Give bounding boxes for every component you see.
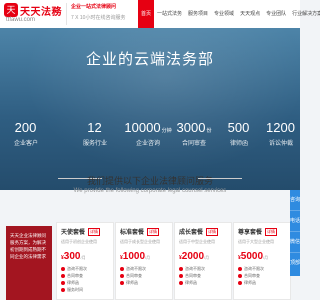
plan-feature: 律师函	[179, 279, 227, 286]
stat-value: 500	[227, 120, 250, 135]
stat-label: 诉讼仲裁	[268, 141, 293, 147]
plan-description: 适用于成长型企业使用	[120, 239, 160, 244]
plan-card-standard[interactable]: 标准套餐 详情 适用于成长型企业使用 ¥1000/月 咨询不限次 合同审查 律师…	[115, 222, 173, 300]
plan-feature-list: 咨询不限次 合同审查 律师函	[179, 265, 227, 286]
nav-item-services[interactable]: 服务项目	[185, 0, 211, 28]
plan-feature: 合同审查	[61, 272, 109, 279]
plan-feature: 合同审查	[238, 272, 286, 279]
plan-feature: 服务时间	[61, 286, 109, 293]
nav-item-one-stop[interactable]: 一站式法务	[154, 0, 185, 28]
section-subtitle: We provide the following corporate legal…	[73, 188, 227, 194]
service-intro-panel: 天天企业法律顾问服务方案，为解决初创期到成熟期不同企业的法律需求	[6, 226, 52, 300]
check-icon	[238, 280, 242, 285]
plan-title: 尊享套餐	[238, 230, 263, 236]
check-icon	[238, 266, 242, 271]
plan-detail-link[interactable]: 详情	[147, 227, 160, 236]
logo-mark-icon: 天	[4, 3, 18, 17]
plan-price: ¥5000/月	[238, 251, 269, 262]
plan-title: 成长套餐	[179, 230, 204, 236]
plan-detail-link[interactable]: 详情	[88, 227, 101, 236]
nav-item-home[interactable]: 首页	[138, 0, 155, 28]
side-top-button[interactable]: 顶部	[290, 253, 300, 274]
stat-enterprise-clients: 200 企业客户	[6, 120, 46, 147]
stat-lawyer-letters: 500 律师函	[222, 120, 256, 147]
check-icon	[61, 280, 65, 285]
stat-label: 律师函	[229, 141, 248, 147]
plan-price: ¥1000/月	[120, 251, 151, 262]
stat-contract-reviews: 3000份 合同审查	[168, 120, 220, 147]
check-icon	[120, 266, 124, 271]
plan-card-premium[interactable]: 尊享套餐 详情 适用于大型企业使用 ¥5000/月 咨询不限次 合同审查 律师函	[233, 222, 291, 300]
nav-item-views[interactable]: 天天观点	[237, 0, 263, 28]
plan-title: 天使套餐	[61, 230, 86, 236]
stat-value: 1200	[266, 120, 295, 135]
plan-feature-list: 咨询不限次 合同审查 律师函	[120, 265, 168, 286]
floating-side-toolbar: 咨询 电话 微信 顶部	[290, 190, 300, 276]
plan-feature: 咨询不限次	[120, 265, 168, 272]
check-icon	[179, 266, 183, 271]
hero-banner: 企业的云端法务部 200 企业客户 12 服务行业 10000分钟 企业咨询 3…	[0, 28, 300, 190]
nav-item-solutions[interactable]: 行业解决方案	[289, 0, 320, 28]
plan-feature: 律师函	[120, 279, 168, 286]
check-icon	[120, 273, 124, 278]
plan-feature: 律师函	[61, 279, 109, 286]
brand-name: 天天法務	[20, 7, 62, 18]
brand-url: ttfawu.com	[6, 17, 36, 23]
plan-feature: 咨询不限次	[238, 265, 286, 272]
slogan-line-1: 企业一站式法律顾问	[71, 4, 117, 10]
nav-item-team[interactable]: 专业团队	[263, 0, 289, 28]
stat-industries: 12 服务行业	[78, 120, 112, 147]
check-icon	[61, 266, 65, 271]
plan-card-header: 标准套餐 详情	[120, 227, 168, 236]
check-icon	[120, 280, 124, 285]
check-icon	[61, 287, 65, 292]
plan-detail-link[interactable]: 详情	[265, 227, 278, 236]
service-intro-text: 天天企业法律顾问服务方案，为解决初创期到成熟期不同企业的法律需求	[10, 233, 46, 259]
plan-card-angel[interactable]: 天使套餐 详情 适用于初创企业使用 ¥300/月 咨询不限次 合同审查 律师函 …	[56, 222, 114, 300]
main-nav: 首页 一站式法务 服务项目 专业领域 天天观点 专业团队 行业解决方案	[138, 0, 320, 28]
plan-card-header: 天使套餐 详情	[61, 227, 109, 236]
plan-price: ¥300/月	[61, 251, 86, 262]
plan-card-header: 成长套餐 详情	[179, 227, 227, 236]
plan-feature: 合同审查	[179, 272, 227, 279]
plan-feature-list: 咨询不限次 合同审查 律师函 服务时间	[61, 265, 109, 293]
plan-detail-link[interactable]: 详情	[206, 227, 219, 236]
side-consult-button[interactable]: 咨询	[290, 190, 300, 211]
nav-item-fields[interactable]: 专业领域	[211, 0, 237, 28]
stat-label: 合同审查	[181, 141, 206, 147]
stat-label: 企业客户	[13, 141, 38, 147]
side-phone-button[interactable]: 电话	[290, 211, 300, 232]
plan-title: 标准套餐	[120, 230, 145, 236]
check-icon	[61, 273, 65, 278]
check-icon	[238, 273, 242, 278]
plan-feature-list: 咨询不限次 合同审查 律师函	[238, 265, 286, 286]
plan-card-growth[interactable]: 成长套餐 详情 适用于中型企业使用 ¥2000/月 咨询不限次 合同审查 律师函	[174, 222, 232, 300]
slogan-line-2: 7 X 10小时在线咨询服务	[71, 15, 126, 21]
stat-label: 服务行业	[82, 141, 107, 147]
plan-description: 适用于初创企业使用	[61, 239, 97, 244]
plan-description: 适用于大型企业使用	[238, 239, 274, 244]
plan-price: ¥2000/月	[179, 251, 210, 262]
brand-slogan: 企业一站式法律顾问 7 X 10小时在线咨询服务	[66, 3, 128, 25]
check-icon	[179, 273, 183, 278]
section-divider-right	[198, 178, 242, 179]
check-icon	[179, 280, 183, 285]
stat-value: 200	[14, 120, 37, 135]
brand-logo[interactable]: 天 天天法務 ttfawu.com	[4, 3, 64, 25]
stat-value: 12	[87, 120, 102, 135]
plan-feature: 咨询不限次	[179, 265, 227, 272]
stat-litigation: 1200 诉讼仲裁	[264, 120, 298, 147]
plan-description: 适用于中型企业使用	[179, 239, 215, 244]
side-wechat-button[interactable]: 微信	[290, 232, 300, 253]
top-header: 天 天天法務 ttfawu.com 企业一站式法律顾问 7 X 10小时在线咨询…	[0, 0, 320, 28]
plan-feature: 合同审查	[120, 272, 168, 279]
plan-card-header: 尊享套餐 详情	[238, 227, 286, 236]
hero-title: 企业的云端法务部	[85, 51, 214, 68]
section-title: 我们提供以下企业法律顾问服务	[86, 176, 213, 186]
plan-feature: 律师函	[238, 279, 286, 286]
plan-feature: 咨询不限次	[61, 265, 109, 272]
stat-value: 3000份	[176, 120, 212, 135]
